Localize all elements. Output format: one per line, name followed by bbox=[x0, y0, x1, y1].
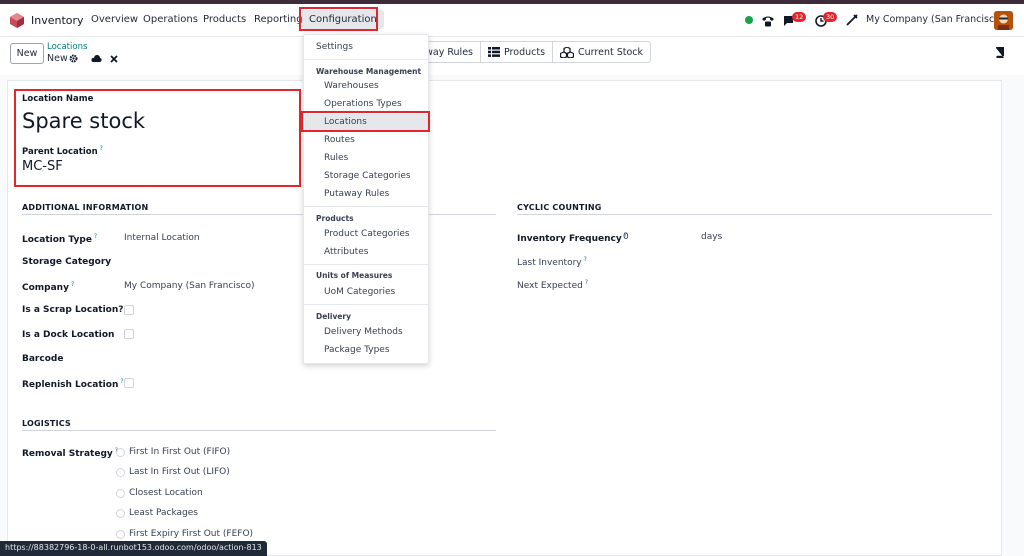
company-switcher[interactable]: My Company (San Francisco) bbox=[866, 14, 1004, 25]
inventory-frequency-unit: days bbox=[701, 232, 723, 242]
section-divider bbox=[517, 214, 992, 215]
menu-item-product-categories[interactable]: Product Categories bbox=[324, 229, 410, 239]
cyclic-counting-heading: CYCLIC COUNTING bbox=[517, 203, 602, 212]
menu-item-delivery-methods[interactable]: Delivery Methods bbox=[324, 327, 403, 337]
menu-item-uom-categories[interactable]: UoM Categories bbox=[324, 287, 395, 297]
status-online-dot bbox=[745, 16, 753, 24]
save-cloud-icon[interactable] bbox=[91, 54, 102, 63]
products-heading: Products bbox=[316, 214, 354, 223]
inventory-frequency-label: Inventory Frequency? bbox=[517, 232, 627, 244]
menu-overview[interactable]: Overview bbox=[91, 14, 138, 25]
help-tooltip-icon[interactable]: ? bbox=[585, 279, 588, 286]
help-tooltip-icon[interactable]: ? bbox=[94, 233, 97, 240]
delivery-heading: Delivery bbox=[316, 312, 352, 321]
scrap-location-label: Is a Scrap Location? bbox=[22, 305, 124, 315]
products-label: Products bbox=[504, 46, 546, 58]
location-type-select[interactable]: Internal Location bbox=[124, 233, 200, 243]
scrap-location-checkbox[interactable] bbox=[124, 305, 134, 315]
menu-separator bbox=[304, 264, 428, 265]
location-type-label: Location Type? bbox=[22, 233, 98, 245]
link-preview-statusbar: https://88382796-18-0-all.runbot153.odoo… bbox=[0, 541, 267, 556]
barcode-label: Barcode bbox=[22, 354, 64, 364]
menu-item-putaway-rules[interactable]: Putaway Rules bbox=[324, 189, 389, 199]
messages-badge: 12 bbox=[792, 12, 807, 22]
form-sheet bbox=[7, 80, 1002, 556]
menu-item-warehouses[interactable]: Warehouses bbox=[324, 81, 379, 91]
menu-item-operations-types[interactable]: Operations Types bbox=[324, 99, 402, 109]
main-navbar: Inventory Overview Operations Products R… bbox=[0, 4, 1024, 37]
products-button[interactable]: Products bbox=[480, 42, 552, 62]
menu-item-locations[interactable]: Locations bbox=[324, 117, 367, 127]
menu-separator bbox=[304, 59, 428, 60]
section-divider bbox=[22, 430, 496, 431]
menu-item-rules[interactable]: Rules bbox=[324, 153, 348, 163]
inventory-app-icon[interactable] bbox=[10, 13, 24, 28]
menu-item-routes[interactable]: Routes bbox=[324, 135, 355, 145]
parent-location-input[interactable]: MC-SF bbox=[22, 159, 63, 174]
menu-configuration[interactable]: Configuration bbox=[302, 10, 384, 29]
menu-products[interactable]: Products bbox=[203, 14, 246, 25]
current-stock-label: Current Stock bbox=[578, 46, 644, 58]
menu-item-storage-categories[interactable]: Storage Categories bbox=[324, 171, 411, 181]
removal-closest-label[interactable]: Closest Location bbox=[129, 488, 203, 498]
menu-separator bbox=[304, 304, 428, 305]
storage-category-label: Storage Category bbox=[22, 257, 112, 267]
dock-location-checkbox[interactable] bbox=[124, 329, 134, 339]
new-button[interactable]: New bbox=[10, 43, 44, 64]
removal-least-packages-label[interactable]: Least Packages bbox=[129, 508, 198, 518]
discard-icon[interactable] bbox=[110, 55, 118, 63]
replenish-location-checkbox[interactable] bbox=[124, 378, 134, 388]
last-inventory-label: Last Inventory? bbox=[517, 256, 587, 268]
help-tooltip-icon[interactable]: ? bbox=[71, 281, 74, 288]
configuration-dropdown-menu: Settings Warehouse Management Warehouses… bbox=[303, 34, 429, 364]
removal-strategy-label: Removal Strategy? bbox=[22, 447, 118, 459]
tools-icon[interactable] bbox=[846, 14, 858, 26]
menu-item-settings[interactable]: Settings bbox=[316, 42, 353, 52]
smart-buttons: Putaway Rules Products Current Stock bbox=[396, 41, 652, 63]
removal-fifo-label[interactable]: First In First Out (FIFO) bbox=[129, 447, 230, 457]
removal-fifo-radio[interactable] bbox=[116, 448, 125, 457]
help-tooltip-icon[interactable]: ? bbox=[100, 145, 103, 152]
company-select[interactable]: My Company (San Francisco) bbox=[124, 281, 254, 291]
removal-least-packages-radio[interactable] bbox=[116, 509, 125, 518]
activities-badge: 30 bbox=[823, 12, 838, 22]
user-avatar[interactable] bbox=[994, 11, 1013, 30]
breadcrumb-locations[interactable]: Locations bbox=[47, 42, 87, 52]
menu-reporting[interactable]: Reporting bbox=[254, 14, 303, 25]
gear-icon[interactable] bbox=[69, 54, 78, 63]
breadcrumb-current: New bbox=[47, 53, 68, 64]
removal-lifo-radio[interactable] bbox=[116, 468, 125, 477]
app-name[interactable]: Inventory bbox=[31, 14, 84, 27]
list-icon bbox=[488, 47, 500, 57]
menu-item-attributes[interactable]: Attributes bbox=[324, 247, 368, 257]
control-panel: New Locations New Putaway Rules Products bbox=[0, 37, 1024, 75]
cubes-icon bbox=[560, 46, 575, 58]
menu-separator bbox=[304, 206, 428, 207]
company-label: Company? bbox=[22, 281, 75, 293]
location-name-label: Location Name bbox=[22, 94, 94, 104]
location-name-input[interactable]: Spare stock bbox=[22, 109, 145, 133]
logistics-heading: LOGISTICS bbox=[22, 419, 71, 428]
warehouse-management-heading: Warehouse Management bbox=[316, 67, 422, 76]
dock-location-label: Is a Dock Location bbox=[22, 330, 115, 340]
removal-fefo-label[interactable]: First Expiry First Out (FEFO) bbox=[129, 529, 253, 539]
inventory-frequency-input[interactable]: 0 bbox=[623, 232, 629, 242]
additional-info-heading: ADDITIONAL INFORMATION bbox=[22, 203, 149, 212]
removal-lifo-label[interactable]: Last In First Out (LIFO) bbox=[129, 467, 230, 477]
help-tooltip-icon[interactable]: ? bbox=[584, 256, 587, 263]
phone-icon[interactable] bbox=[761, 15, 775, 27]
removal-fefo-radio[interactable] bbox=[116, 530, 125, 539]
units-of-measures-heading: Units of Measures bbox=[316, 271, 393, 280]
parent-location-label: Parent Location? bbox=[22, 145, 103, 157]
next-expected-label: Next Expected? bbox=[517, 279, 589, 291]
removal-closest-radio[interactable] bbox=[116, 489, 125, 498]
chatter-toggle-icon[interactable] bbox=[996, 47, 1004, 58]
replenish-location-label: Replenish Location? bbox=[22, 378, 124, 390]
menu-operations[interactable]: Operations bbox=[143, 14, 198, 25]
current-stock-button[interactable]: Current Stock bbox=[552, 42, 650, 62]
menu-item-package-types[interactable]: Package Types bbox=[324, 345, 390, 355]
